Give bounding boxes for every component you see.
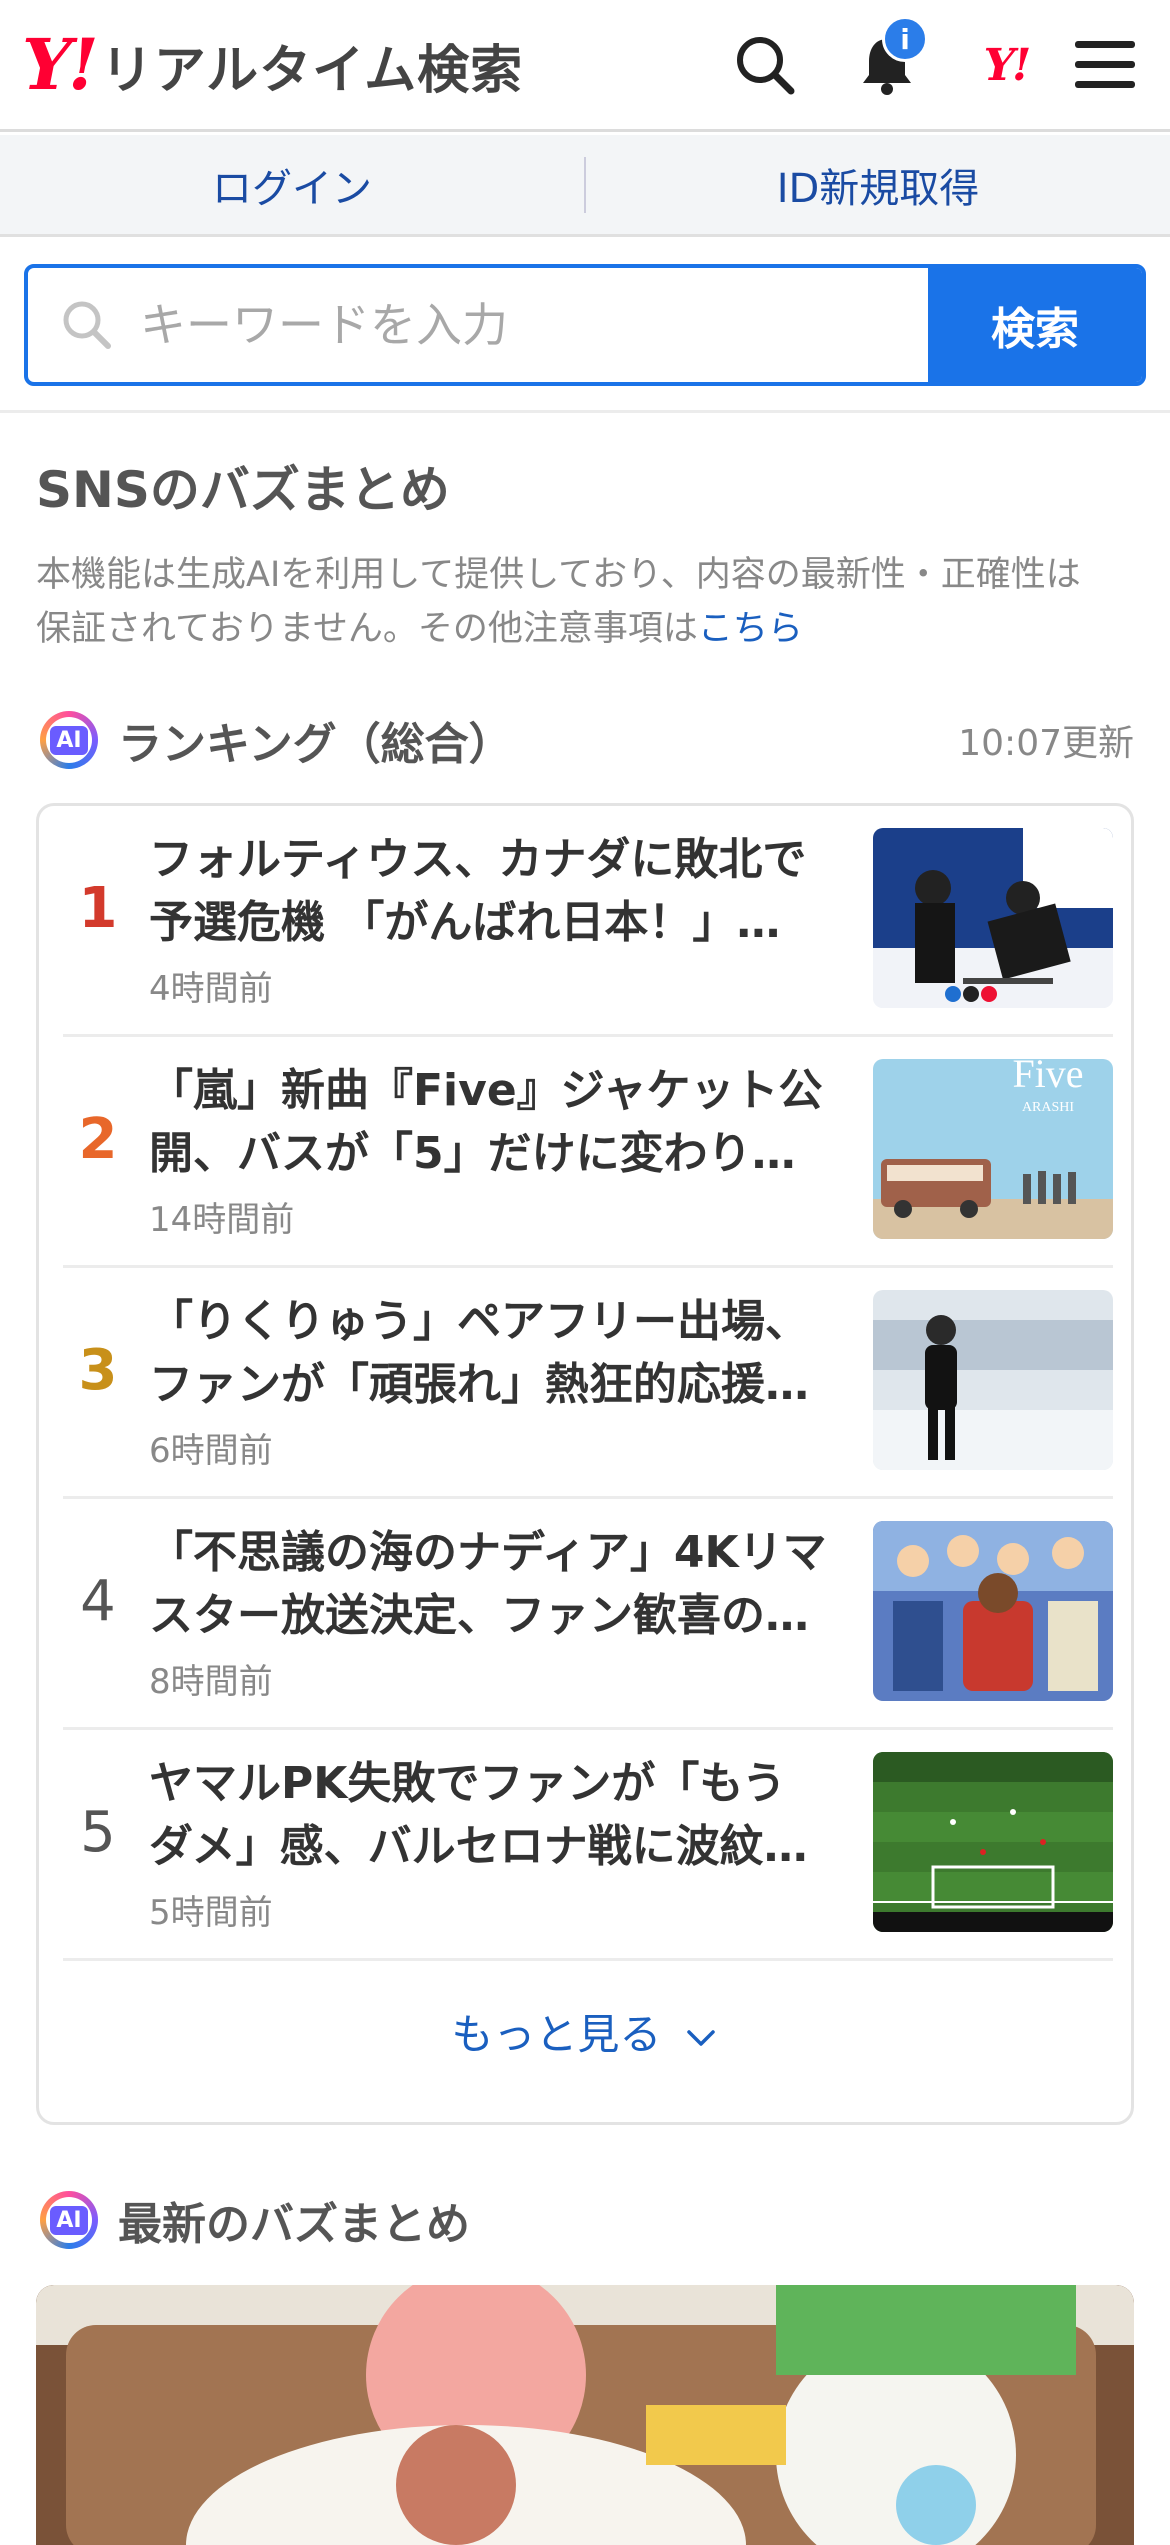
register-id-link[interactable]: ID新規取得: [586, 156, 1170, 214]
ranking-item[interactable]: 1 フォルティウス、カナダに敗北で 予選危機 「がんばれ日本！」… 4時間前: [63, 806, 1113, 1037]
app-header: Y! リアルタイム検索 i Y!: [0, 0, 1170, 132]
ai-notice: 本機能は生成AIを利用して提供しており、内容の最新性・正確性は 保証されておりま…: [36, 548, 1136, 656]
headline: 「りくりゅう」ペアフリー出場、 ファンが「頑張れ」熱狂的応援…: [149, 1296, 809, 1410]
latest-header: AI 最新のバズまとめ: [40, 2190, 470, 2250]
chevron-down-icon: [686, 2029, 715, 2046]
ai-icon: AI: [40, 2191, 98, 2249]
login-link[interactable]: ログイン: [0, 156, 584, 214]
time-ago: 14時間前: [149, 1200, 295, 1240]
search-button[interactable]: 検索: [928, 268, 1142, 382]
ai-label: AI: [50, 725, 88, 755]
ranking-card: 1 フォルティウス、カナダに敗北で 予選危機 「がんばれ日本！」… 4時間前 2 …: [36, 803, 1134, 2125]
yahoo-realtime-logo[interactable]: Y! リアルタイム検索: [22, 23, 524, 106]
section-divider: [0, 410, 1170, 413]
page-title: SNSのバズまとめ: [36, 461, 450, 519]
headline: 「不思議の海のナディア」4Kリマ スター放送決定、ファン歓喜の…: [149, 1527, 827, 1641]
rank-number: 2: [78, 1107, 118, 1172]
thumbnail-image: [873, 828, 1113, 1008]
notice-line: 本機能は生成AIを利用して提供しており、内容の最新性・正確性は: [36, 555, 1081, 595]
thumb-subtitle: ARASHI: [1022, 1100, 1074, 1115]
time-ago: 6時間前: [149, 1431, 273, 1471]
ranking-item[interactable]: 4 「不思議の海のナディア」4Kリマ スター放送決定、ファン歓喜の… 8時間前: [63, 1499, 1113, 1730]
rank-number: 3: [78, 1338, 118, 1403]
show-more-button[interactable]: もっと見る: [39, 2001, 1131, 2062]
time-ago: 4時間前: [149, 969, 273, 1009]
yahoo-japan-icon[interactable]: Y!: [966, 30, 1046, 100]
search-input-icon: [63, 301, 111, 349]
headline: 「嵐」新曲『Five』ジャケット公 開、バスが「5」だけに変わり…: [149, 1065, 823, 1179]
ranking-title: ランキング（総合）: [118, 719, 513, 770]
rank-number: 5: [80, 1800, 116, 1865]
headline: フォルティウス、カナダに敗北で 予選危機 「がんばれ日本！」…: [149, 834, 807, 948]
menu-icon[interactable]: [1070, 30, 1140, 100]
thumbnail-image: [873, 1752, 1113, 1932]
auth-bar: ログイン ID新規取得: [0, 135, 1170, 237]
latest-title: 最新のバズまとめ: [118, 2199, 470, 2250]
yahoo-logo-mark: Y!: [22, 23, 99, 106]
notice-link[interactable]: こちら: [698, 609, 803, 649]
ranking-item[interactable]: 2 「嵐」新曲『Five』ジャケット公 開、バスが「5」だけに変わり… 14時間前…: [63, 1037, 1113, 1268]
time-ago: 8時間前: [149, 1662, 273, 1702]
notice-line: 保証されておりません。その他注意事項は: [36, 609, 698, 649]
thumbnail-image: [873, 1521, 1113, 1701]
thumb-title: Five: [1012, 1059, 1083, 1096]
logo-text: リアルタイム検索: [100, 40, 524, 101]
notification-bell-icon[interactable]: i: [852, 16, 928, 100]
ranking-header: AI ランキング（総合） 10:07更新: [40, 710, 1134, 770]
thumbnail-image: [873, 1290, 1113, 1470]
search-icon[interactable]: [730, 30, 800, 100]
notification-badge: i: [882, 16, 928, 62]
search-field: [28, 268, 928, 382]
ai-label: AI: [50, 2205, 88, 2235]
ranking-item[interactable]: 3 「りくりゅう」ペアフリー出場、 ファンが「頑張れ」熱狂的応援… 6時間前: [63, 1268, 1113, 1499]
yj-mark: Y!: [983, 39, 1032, 91]
thumbnail-image: Five ARASHI: [873, 1059, 1113, 1239]
ranking-item[interactable]: 5 ヤマルPK失敗でファンが「もう ダメ」感、バルセロナ戦に波紋… 5時間前: [63, 1730, 1113, 1961]
search-form: 検索: [24, 264, 1146, 386]
search-input[interactable]: [140, 298, 928, 352]
rank-number: 1: [78, 876, 118, 941]
headline: ヤマルPK失敗でファンが「もう ダメ」感、バルセロナ戦に波紋…: [149, 1758, 808, 1872]
updated-time: 10:07更新: [958, 723, 1134, 764]
time-ago: 5時間前: [149, 1893, 273, 1933]
show-more-label: もっと見る: [451, 2010, 662, 2059]
latest-article-image[interactable]: [36, 2285, 1134, 2545]
rank-number: 4: [80, 1569, 116, 1634]
ai-icon: AI: [40, 711, 98, 769]
